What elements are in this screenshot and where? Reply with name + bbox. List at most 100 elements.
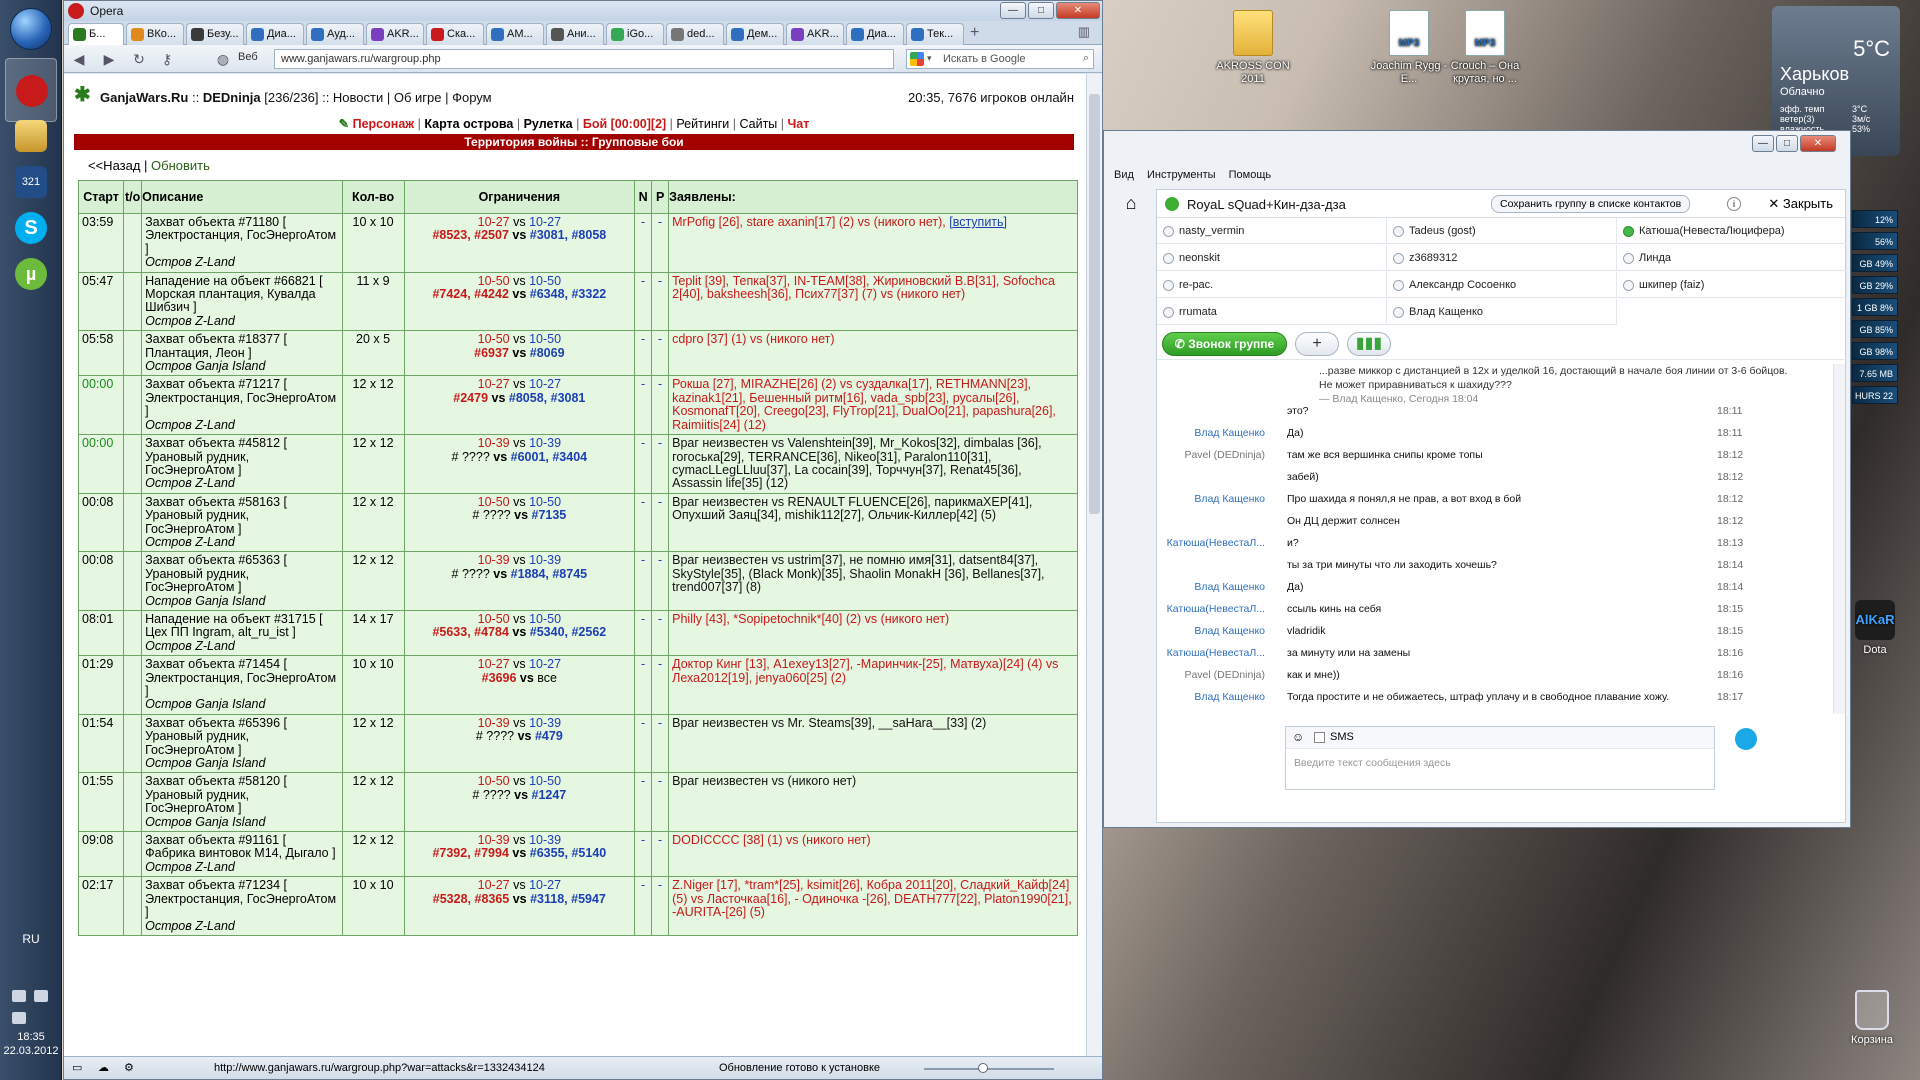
opera-logo-icon[interactable] xyxy=(68,3,84,19)
save-group-button[interactable]: Сохранить группу в списке контактов xyxy=(1491,195,1691,213)
menu-view[interactable]: Вид xyxy=(1114,169,1134,181)
tab-7[interactable]: Ска... xyxy=(426,23,484,45)
unite-icon[interactable]: ⚙ xyxy=(124,1061,134,1074)
close-window-button[interactable]: ✕ xyxy=(1056,2,1100,19)
start-button[interactable] xyxy=(10,8,52,50)
applied-players[interactable]: DODICCCC [38] (1) vs (никого нет) xyxy=(672,833,871,847)
syndicates-b[interactable]: #6348, #3322 xyxy=(530,287,606,301)
zoom-slider[interactable] xyxy=(924,1068,1054,1070)
tab-15[interactable]: Тек... xyxy=(906,23,964,45)
search-icon[interactable]: ⌕ xyxy=(1083,52,1089,65)
object-description[interactable]: Захват объекта #71234 [ Электростанция, … xyxy=(145,879,338,919)
back-icon[interactable]: ◀ xyxy=(70,50,88,68)
info-icon[interactable]: i xyxy=(1727,197,1741,211)
member-item[interactable]: nasty_vermin xyxy=(1157,218,1387,244)
syndicates-b[interactable]: #1247 xyxy=(532,788,567,802)
tab-2[interactable]: ВКо... xyxy=(126,23,184,45)
cell-p[interactable]: - xyxy=(651,213,670,273)
applied-players[interactable]: MrPofig [26], stare axanin[17] (2) vs (н… xyxy=(672,215,946,229)
syndicates-a[interactable]: # ???? xyxy=(472,788,510,802)
leaf-logo-icon[interactable]: ✱ xyxy=(74,82,96,110)
cell-p[interactable]: - xyxy=(651,609,670,657)
cell-n[interactable]: - xyxy=(634,375,653,436)
object-description[interactable]: Захват объекта #65396 [ Урановый рудник,… xyxy=(145,716,338,757)
google-icon[interactable] xyxy=(910,52,924,66)
cell-p[interactable]: - xyxy=(651,271,670,332)
message-author[interactable]: Катюша(НевестаЛ... xyxy=(1157,603,1265,615)
syndicates-a[interactable]: #7392, #7994 xyxy=(432,846,508,860)
syndicates-a[interactable]: #5328, #8365 xyxy=(433,892,509,906)
volume-icon[interactable] xyxy=(12,1012,26,1024)
cell-n[interactable]: - xyxy=(634,831,653,878)
object-description[interactable]: Захват объекта #71454 [ Электростанция, … xyxy=(145,657,338,698)
syndicates-b[interactable]: #5340, #2562 xyxy=(530,625,606,639)
syndicates-b[interactable]: #3081, #8058 xyxy=(530,228,606,242)
tab-12[interactable]: Дем... xyxy=(726,23,784,45)
menu-island-map[interactable]: Карта острова xyxy=(424,117,513,131)
cell-n[interactable]: - xyxy=(634,492,653,553)
maximize-button[interactable]: □ xyxy=(1776,135,1798,152)
applied-players[interactable]: Враг неизвестен vs Valenshtein[39], Mr_K… xyxy=(672,436,1042,490)
syndicates-b[interactable]: #8058, #3081 xyxy=(509,391,585,405)
syndicates-b[interactable]: #8069 xyxy=(530,346,565,360)
forward-icon[interactable]: ▶ xyxy=(100,50,118,68)
applied-players[interactable]: Враг неизвестен vs ustrim[37], не помню … xyxy=(672,553,1044,594)
syndicates-a[interactable]: #6937 xyxy=(474,346,509,360)
chevron-down-icon[interactable]: ▾ xyxy=(927,53,932,64)
cell-p[interactable]: - xyxy=(651,551,670,611)
language-indicator[interactable]: RU xyxy=(0,932,62,946)
cell-n[interactable]: - xyxy=(634,876,653,936)
applied-players[interactable]: Philly [43], *Sopipetochnik*[40] (2) vs … xyxy=(672,612,949,626)
menu-sites[interactable]: Сайты xyxy=(739,117,777,131)
home-icon[interactable]: ⌂ xyxy=(1114,193,1148,217)
syndicates-b[interactable]: все xyxy=(537,671,557,685)
group-call-button[interactable]: ✆ Звонок группе xyxy=(1162,332,1287,356)
member-item[interactable]: Tadeus (gost) xyxy=(1387,218,1617,244)
applied-players[interactable]: Рокша [27], MIRAZHE[26] (2) vs суздалка[… xyxy=(672,377,1056,432)
applied-players[interactable]: Враг неизвестен vs RENAULT FLUENCE[26], … xyxy=(672,495,1032,522)
cell-n[interactable]: - xyxy=(634,271,653,332)
panel-toggle-icon[interactable]: ▭ xyxy=(72,1061,82,1074)
tab-8[interactable]: AM... xyxy=(486,23,544,45)
message-author[interactable]: Влад Кащенко xyxy=(1157,625,1265,637)
minimize-button[interactable]: — xyxy=(1752,135,1774,152)
applied-players[interactable]: cdpro [37] (1) vs (никого нет) xyxy=(672,332,834,346)
cell-p[interactable]: - xyxy=(651,772,670,833)
syndicates-b[interactable]: #479 xyxy=(535,729,563,743)
cell-p[interactable]: - xyxy=(651,434,670,494)
message-composer[interactable]: ☺ SMS Введите текст сообщения здесь xyxy=(1285,726,1715,790)
cell-n[interactable]: - xyxy=(634,551,653,611)
join-battle-link[interactable]: [вступить] xyxy=(949,215,1007,229)
flag-icon[interactable] xyxy=(12,990,26,1002)
menu-ratings[interactable]: Рейтинги xyxy=(676,117,729,131)
minimize-button[interactable]: — xyxy=(1000,2,1026,19)
object-description[interactable]: Захват объекта #65363 [ Урановый рудник,… xyxy=(145,554,338,594)
message-author[interactable]: Влад Кащенко xyxy=(1157,493,1265,505)
syndicates-a[interactable]: # ???? xyxy=(452,450,490,464)
message-author[interactable]: Катюша(НевестаЛ... xyxy=(1157,647,1265,659)
menu-battle[interactable]: Бой [00:00][2] xyxy=(583,117,666,131)
tab-14[interactable]: Диа... xyxy=(846,23,904,45)
menu-roulette[interactable]: Рулетка xyxy=(524,117,573,131)
tab-3[interactable]: Безу... xyxy=(186,23,244,45)
syndicates-b[interactable]: #6355, #5140 xyxy=(530,846,606,860)
tab-6[interactable]: AKR... xyxy=(366,23,424,45)
search-input[interactable]: ▾ Искать в Google ⌕ xyxy=(906,49,1094,69)
syndicates-b[interactable]: #3118, #5947 xyxy=(530,892,606,906)
desktop-icon-dota[interactable]: AlKaR Dota xyxy=(1852,600,1898,656)
menu-help[interactable]: Помощь xyxy=(1229,169,1272,181)
object-description[interactable]: Захват объекта #71217 [ Электростанция, … xyxy=(145,378,338,418)
gw-link-news[interactable]: Новости xyxy=(333,90,383,105)
desktop-icon-folder[interactable]: AKROSS CON 2011 xyxy=(1208,10,1298,86)
closed-tabs-icon[interactable]: ▥ xyxy=(1078,24,1090,40)
member-item[interactable]: z3689312 xyxy=(1387,245,1617,271)
syndicates-a[interactable]: # ???? xyxy=(452,567,490,581)
object-description[interactable]: Захват объекта #45812 [ Урановый рудник,… xyxy=(145,436,338,477)
maximize-button[interactable]: □ xyxy=(1028,2,1054,19)
cell-p[interactable]: - xyxy=(651,330,670,377)
syndicates-b[interactable]: #6001, #3404 xyxy=(511,450,587,464)
page-scrollbar[interactable] xyxy=(1086,74,1102,1058)
recycle-bin[interactable]: Корзина xyxy=(1840,990,1904,1046)
cell-p[interactable]: - xyxy=(651,876,670,936)
object-description[interactable]: Захват объекта #71180 [ Электростанция, … xyxy=(145,215,338,256)
